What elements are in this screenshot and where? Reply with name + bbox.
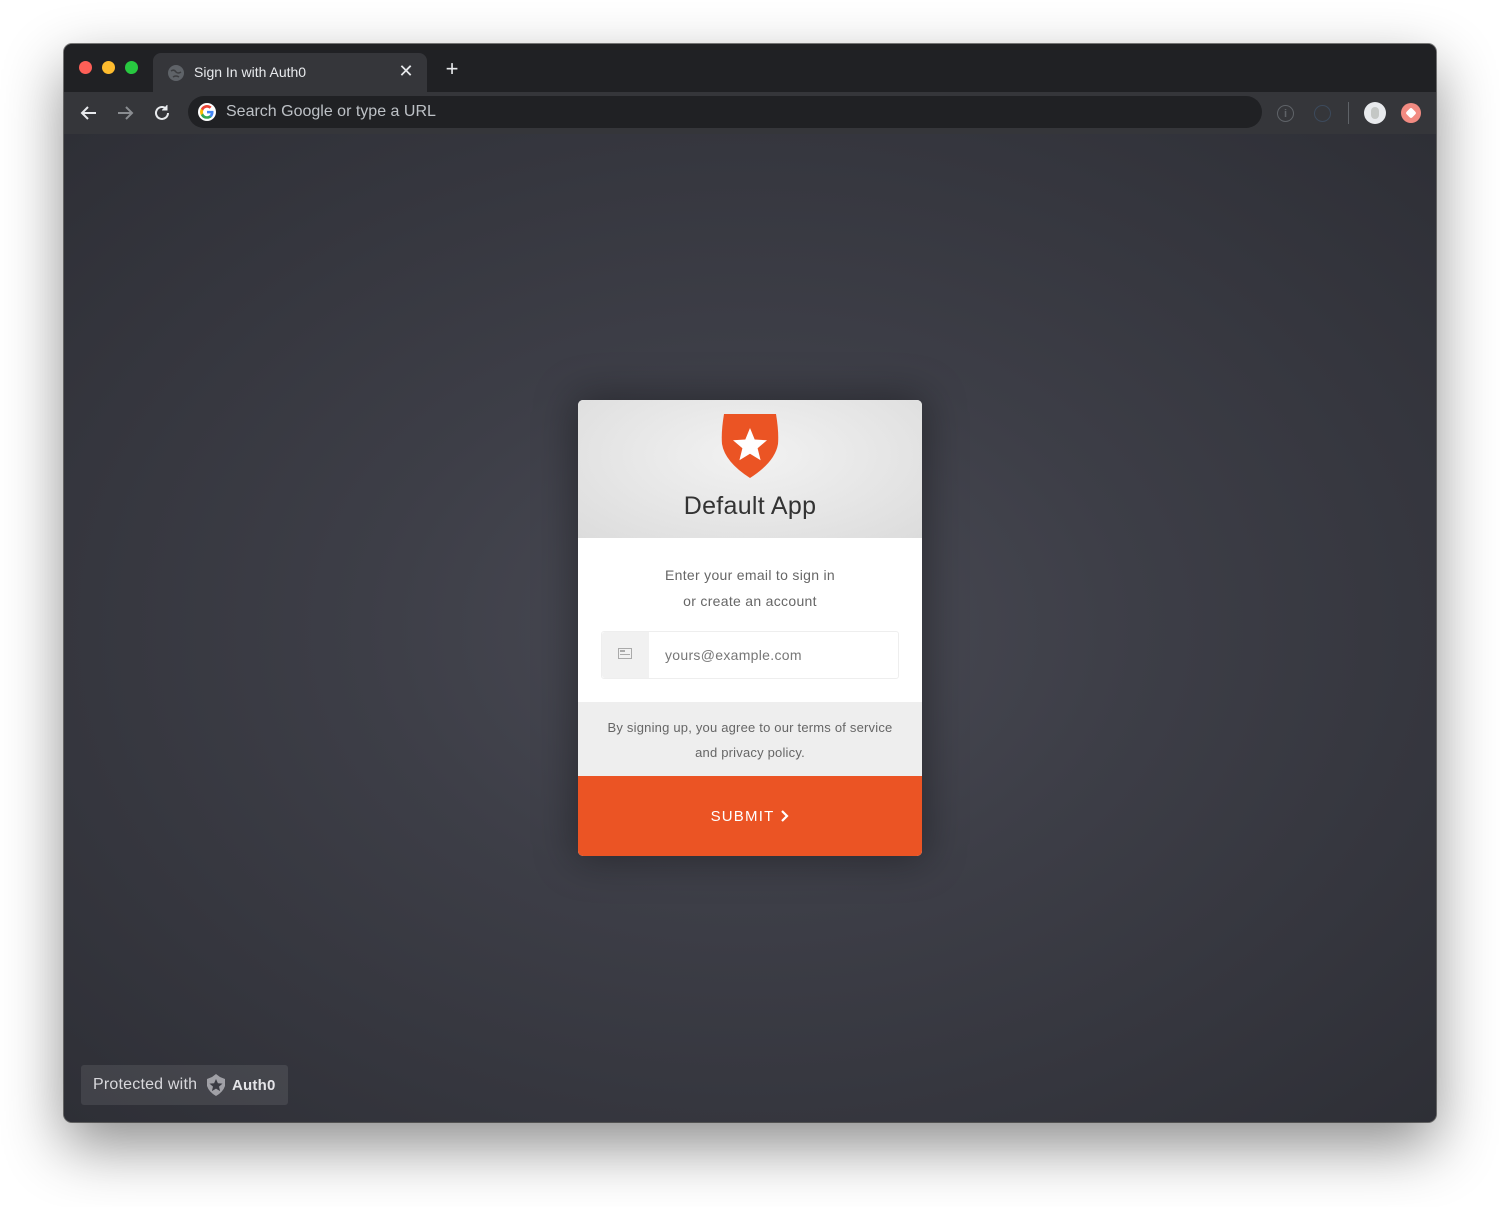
extension-badge-icon[interactable] [1401,103,1421,123]
terms-notice: By signing up, you agree to our terms of… [578,702,922,776]
login-instructions: Enter your email to sign in or create an… [598,562,902,614]
chevron-right-icon [781,810,789,822]
email-input[interactable] [649,632,898,678]
google-icon [198,103,216,121]
info-extension-icon[interactable]: i [1277,105,1294,122]
reload-icon[interactable] [150,101,174,125]
email-field[interactable] [601,631,899,679]
submit-label: SUBMIT [710,807,775,825]
globe-icon [168,65,184,81]
page-viewport: Default App Enter your email to sign in … [64,134,1436,1122]
badge-brand: Auth0 [232,1077,276,1094]
address-bar[interactable] [188,96,1262,128]
browser-toolbar: i [64,92,1436,134]
new-tab-button[interactable]: + [442,58,462,80]
back-icon[interactable] [77,101,101,125]
protected-by-badge[interactable]: Protected with Auth0 [81,1065,288,1105]
app-title: Default App [683,492,817,520]
email-icon-container [602,632,649,678]
tab-strip: Sign In with Auth0 ✕ + [64,44,1436,92]
badge-prefix: Protected with [93,1076,198,1093]
profile-avatar[interactable] [1364,102,1386,124]
auth0-logo-icon [720,412,780,480]
close-window-button[interactable] [79,61,92,74]
forward-icon[interactable] [113,101,137,125]
close-tab-icon[interactable]: ✕ [397,62,415,80]
extension-icon[interactable] [1314,105,1331,122]
terms-line-1: By signing up, you agree to our terms of… [607,720,893,735]
instructions-line-1: Enter your email to sign in [665,567,835,583]
instructions-line-2: or create an account [683,593,817,609]
terms-line-2: and privacy policy. [695,745,805,760]
minimize-window-button[interactable] [102,61,115,74]
tab-sign-in[interactable]: Sign In with Auth0 ✕ [153,53,427,92]
envelope-icon [618,648,632,659]
auth0-badge-icon [205,1073,227,1097]
maximize-window-button[interactable] [125,61,138,74]
browser-window: Sign In with Auth0 ✕ + i [64,44,1436,1122]
submit-button[interactable]: SUBMIT [578,776,922,856]
tab-title: Sign In with Auth0 [194,64,307,80]
url-input[interactable] [226,96,1226,128]
login-header: Default App [578,400,922,538]
login-card: Default App Enter your email to sign in … [578,400,922,856]
toolbar-divider [1348,102,1349,124]
